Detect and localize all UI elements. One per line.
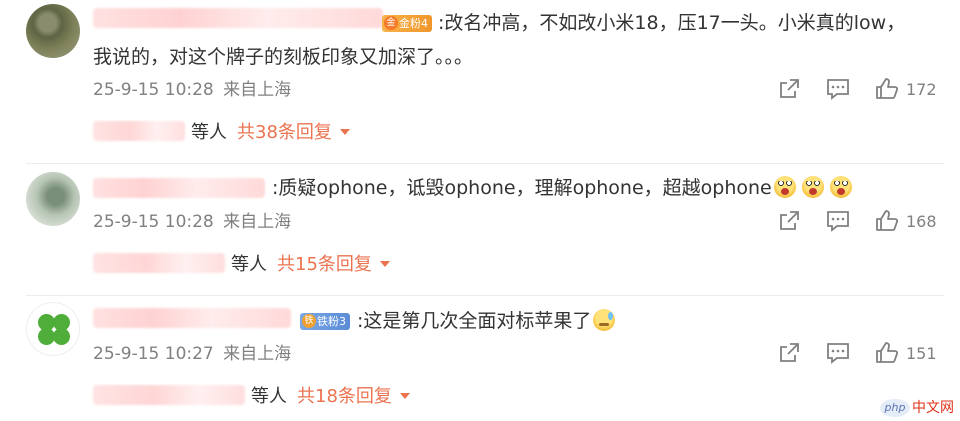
reply-users-blurred: [93, 385, 245, 405]
comment-time: 25-9-15 10:27: [93, 344, 214, 364]
clover-logo: [36, 313, 72, 347]
comment-meta: 25-9-15 10:27 来自上海: [93, 342, 291, 366]
comment-location: 来自上海: [223, 344, 292, 364]
php-logo: php: [880, 399, 910, 417]
like-button[interactable]: [874, 340, 900, 366]
caret-down-icon: [399, 393, 410, 399]
share-icon: [780, 343, 799, 362]
username-blurred[interactable]: [93, 308, 291, 328]
comment-item: 铁铁粉3 :这是第几次全面对标苹果了 25-9-15 10:27 来自上海 15…: [0, 0, 960, 421]
reply-button[interactable]: [825, 340, 851, 366]
avatar[interactable]: [26, 302, 80, 356]
fan-badge[interactable]: 铁铁粉3: [300, 313, 350, 330]
share-button[interactable]: [776, 340, 802, 366]
like-icon: [876, 342, 899, 363]
comment-actions: 151: [770, 340, 945, 368]
fan-badge-icon: 铁: [302, 314, 316, 328]
view-replies-link[interactable]: 共18条回复: [297, 386, 392, 407]
reply-suffix: 等人: [251, 386, 287, 407]
comment-text: :这是第几次全面对标苹果了: [357, 306, 616, 336]
sweat-emoji: [593, 309, 616, 331]
comment-icon: [827, 343, 849, 364]
reply-summary[interactable]: 等人 共18条回复: [93, 384, 410, 410]
watermark-text: 中文网: [912, 400, 954, 416]
like-count: 151: [906, 344, 937, 363]
